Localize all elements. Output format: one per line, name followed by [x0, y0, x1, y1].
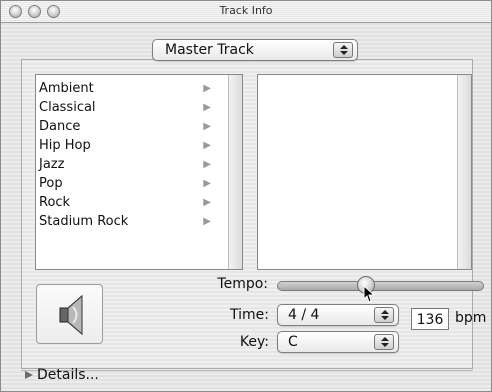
- window-title: Track Info: [219, 4, 273, 17]
- up-down-stepper-icon: [374, 307, 394, 323]
- chevron-right-icon: ▶: [203, 102, 211, 113]
- key-label: Key:: [239, 334, 269, 350]
- speaker-icon: [59, 294, 83, 336]
- chevron-right-icon: ▶: [203, 140, 211, 151]
- up-down-stepper-icon: [333, 42, 353, 58]
- list-item[interactable]: Ambient ▶: [39, 79, 229, 98]
- key-popup[interactable]: C: [277, 331, 399, 353]
- mouse-cursor-icon: [363, 285, 376, 303]
- chevron-right-icon: ▶: [203, 159, 211, 170]
- genre-label: Dance: [39, 119, 81, 134]
- genre-label: Ambient: [39, 81, 94, 96]
- list-item[interactable]: Stadium Rock ▶: [39, 212, 229, 231]
- details-disclosure[interactable]: Details...: [37, 367, 99, 383]
- bpm-input[interactable]: 136: [411, 308, 449, 330]
- genre-label: Jazz: [39, 157, 65, 172]
- genre-list[interactable]: Ambient ▶ Classical ▶ Dance ▶ Hip Hop ▶ …: [35, 74, 243, 270]
- genre-label: Rock: [39, 195, 71, 210]
- chevron-right-icon: ▶: [203, 121, 211, 132]
- tempo-slider[interactable]: [277, 276, 484, 294]
- speaker-icon-button[interactable]: [36, 284, 103, 344]
- list-item[interactable]: Rock ▶: [39, 193, 229, 212]
- up-down-stepper-icon: [374, 334, 394, 350]
- chevron-right-icon: ▶: [203, 216, 211, 227]
- list-item[interactable]: Jazz ▶: [39, 155, 229, 174]
- genre-label: Stadium Rock: [39, 214, 129, 229]
- genre-label: Hip Hop: [39, 138, 91, 153]
- master-track-label: Master Track: [165, 42, 254, 58]
- key-value: C: [288, 334, 298, 350]
- chevron-right-icon: ▶: [203, 83, 211, 94]
- chevron-right-icon: ▶: [203, 178, 211, 189]
- tempo-label: Tempo:: [217, 276, 268, 292]
- subgenre-list-scrollbar[interactable]: [457, 75, 471, 269]
- genre-list-scrollbar[interactable]: [228, 75, 242, 269]
- subgenre-list[interactable]: [257, 74, 472, 270]
- master-track-popup[interactable]: Master Track: [152, 39, 358, 61]
- list-item[interactable]: Dance ▶: [39, 117, 229, 136]
- bpm-unit-label: bpm: [455, 310, 487, 326]
- track-info-window: Track Info Master Track Ambient ▶ Classi…: [0, 0, 492, 392]
- list-item[interactable]: Pop ▶: [39, 174, 229, 193]
- genre-label: Classical: [39, 100, 96, 115]
- disclosure-triangle-icon[interactable]: [23, 369, 35, 381]
- chevron-right-icon: ▶: [203, 197, 211, 208]
- genre-label: Pop: [39, 176, 63, 191]
- time-signature-value: 4 / 4: [288, 307, 320, 323]
- list-item[interactable]: Hip Hop ▶: [39, 136, 229, 155]
- time-signature-popup[interactable]: 4 / 4: [277, 304, 399, 326]
- title-bar: Track Info: [1, 1, 491, 23]
- list-item[interactable]: Classical ▶: [39, 98, 229, 117]
- time-label: Time:: [230, 307, 269, 323]
